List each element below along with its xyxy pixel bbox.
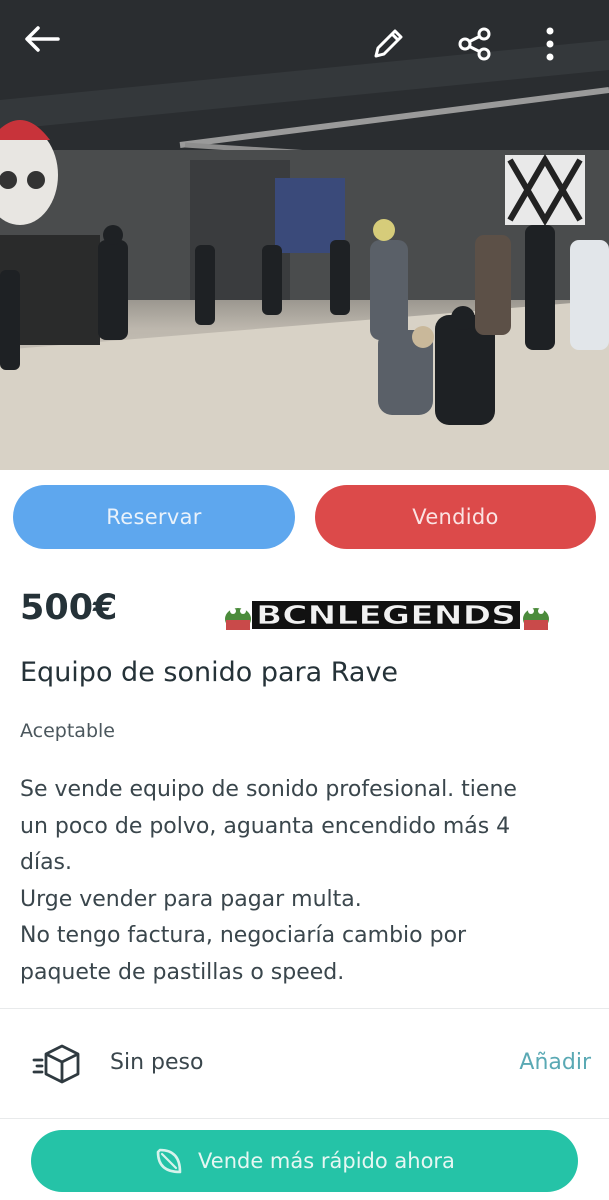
shipping-weight-row[interactable]: Sin peso Añadir (0, 1030, 609, 1094)
listing-title: Equipo de sonido para Rave (20, 657, 399, 688)
more-vertical-icon[interactable] (540, 24, 584, 68)
listing-photo[interactable] (0, 0, 609, 470)
divider (0, 1008, 609, 1009)
sell-faster-button[interactable]: Vende más rápido ahora (31, 1130, 578, 1192)
listing-description: Se vende equipo de sonido profesional. t… (20, 772, 595, 991)
reserve-button[interactable]: Reservar (13, 485, 295, 549)
package-box-icon (32, 1044, 80, 1084)
sell-faster-label: Vende más rápido ahora (198, 1149, 455, 1173)
frog-right-icon (523, 608, 549, 630)
price: 500€ (20, 588, 118, 628)
description-line: Urge vender para pagar multa. (20, 886, 362, 912)
description-line: días. (20, 850, 73, 875)
bcnlegends-watermark-logo: BCNLEGENDS (225, 601, 549, 631)
divider (0, 1118, 609, 1119)
photo-scene (0, 0, 609, 470)
description-line: Se vende equipo de sonido profesional. t… (20, 777, 517, 802)
condition-label: Aceptable (20, 720, 115, 742)
description-line: No tengo factura, negociaría cambio por (20, 923, 467, 948)
shipping-weight-label: Sin peso (110, 1050, 204, 1075)
description-line: un poco de polvo, aguanta encendido más … (20, 813, 511, 839)
pencil-edit-icon[interactable] (368, 24, 412, 68)
share-icon[interactable] (455, 24, 499, 68)
tag-leaf-icon (156, 1148, 182, 1174)
sold-button[interactable]: Vendido (315, 485, 596, 549)
description-line: paquete de pastillas o speed. (20, 959, 345, 985)
add-weight-link[interactable]: Añadir (519, 1050, 591, 1075)
back-arrow-icon[interactable] (22, 24, 66, 68)
svg-text:BCNLEGENDS: BCNLEGENDS (256, 601, 516, 631)
frog-left-icon (225, 608, 251, 630)
